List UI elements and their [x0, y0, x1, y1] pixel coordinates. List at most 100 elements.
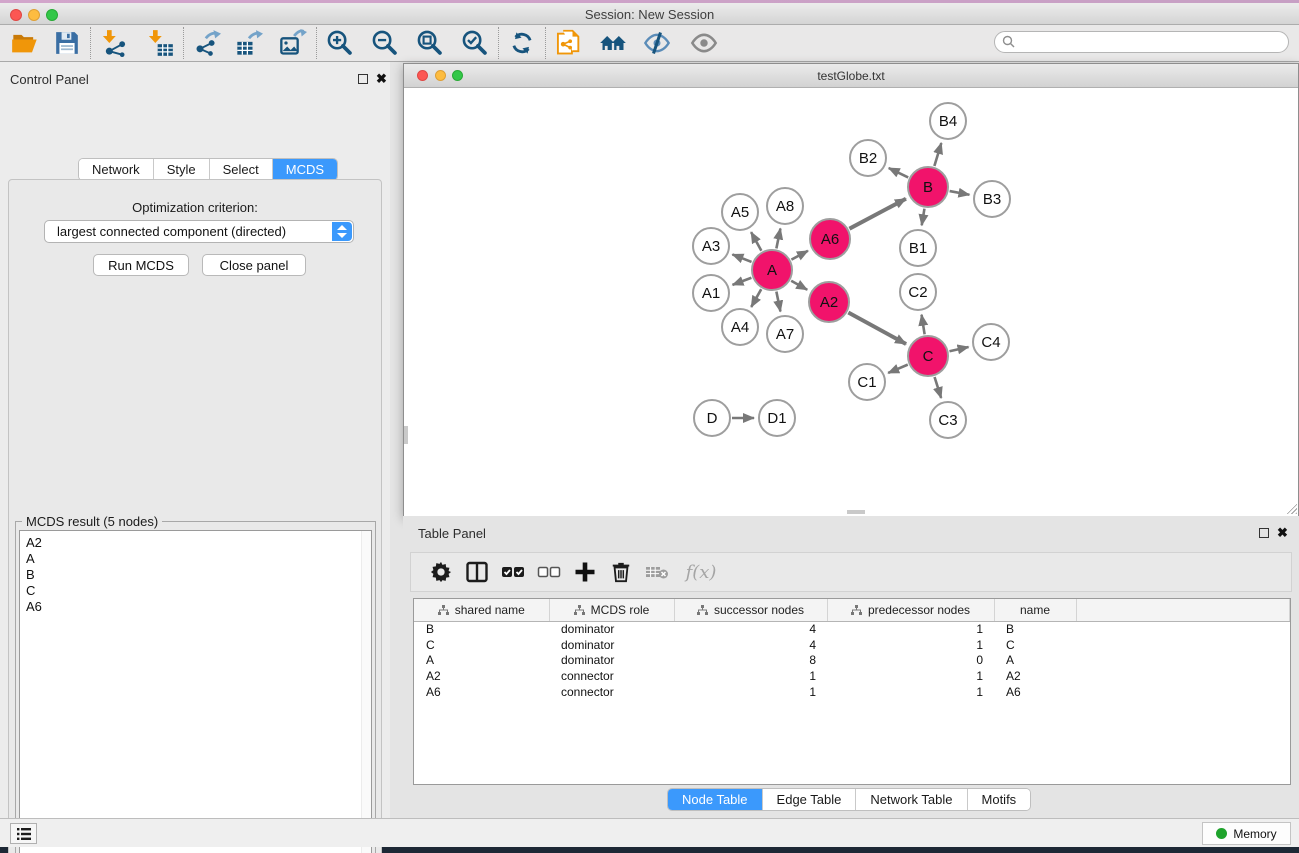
function-builder-button[interactable]: f(x): [675, 556, 727, 588]
table-cell[interactable]: B: [994, 621, 1076, 637]
export-table-button[interactable]: [234, 28, 264, 58]
tab-edge-table[interactable]: Edge Table: [763, 789, 857, 810]
zoom-selected-button[interactable]: [460, 28, 490, 58]
home-button[interactable]: [598, 28, 628, 58]
table-cell[interactable]: dominator: [549, 621, 674, 637]
table-cell[interactable]: C: [414, 637, 549, 653]
mcds-result-item[interactable]: A6: [26, 599, 371, 615]
network-from-clipboard-button[interactable]: [554, 28, 584, 58]
tab-style[interactable]: Style: [154, 159, 210, 180]
table-cell[interactable]: A6: [414, 684, 549, 700]
table-cell[interactable]: 1: [674, 668, 827, 684]
close-panel-icon[interactable]: ✖: [376, 71, 387, 87]
graph-edge-A-A7[interactable]: [776, 292, 780, 312]
table-cell[interactable]: A2: [414, 668, 549, 684]
table-row[interactable]: Cdominator41C: [414, 637, 1290, 653]
table-row[interactable]: A6connector11A6: [414, 684, 1290, 700]
mcds-result-item[interactable]: C: [26, 583, 371, 599]
zoom-fit-button[interactable]: [415, 28, 445, 58]
toggle-column-display-button[interactable]: [459, 556, 495, 588]
table-cell[interactable]: dominator: [549, 652, 674, 668]
optimization-criterion-select[interactable]: largest connected component (directed): [44, 220, 354, 243]
graph-edge-B-B2[interactable]: [889, 168, 908, 177]
open-file-button[interactable]: [10, 28, 40, 58]
column-header-name[interactable]: name: [994, 599, 1076, 621]
column-header-MCDS-role[interactable]: MCDS role: [549, 599, 674, 621]
network-graph[interactable]: B4B2BB3A5A8A6B1A3AC2A1A2A4A7C4CC1C3DD1: [404, 89, 1298, 516]
table-cell[interactable]: connector: [549, 668, 674, 684]
graph-edge-A-A3[interactable]: [732, 254, 751, 262]
node-table[interactable]: shared nameMCDS rolesuccessor nodesprede…: [413, 598, 1291, 785]
graph-edge-C-C1[interactable]: [888, 365, 908, 373]
table-cell[interactable]: 8: [674, 652, 827, 668]
deselect-all-button[interactable]: [531, 556, 567, 588]
task-history-button[interactable]: [10, 823, 37, 844]
zoom-in-button[interactable]: [325, 28, 355, 58]
graph-edge-A-A4[interactable]: [751, 289, 761, 307]
tab-network[interactable]: Network: [79, 159, 154, 180]
graph-edge-A2-C[interactable]: [848, 313, 906, 344]
column-header-predecessor-nodes[interactable]: predecessor nodes: [827, 599, 994, 621]
table-cell[interactable]: dominator: [549, 637, 674, 653]
graph-edge-B-B3[interactable]: [950, 191, 970, 195]
table-cell[interactable]: connector: [549, 684, 674, 700]
result-scrollbar[interactable]: [361, 531, 371, 853]
table-row[interactable]: Bdominator41B: [414, 621, 1290, 637]
export-network-button[interactable]: [192, 28, 222, 58]
zoom-out-button[interactable]: [370, 28, 400, 58]
graph-edge-A-A6[interactable]: [791, 251, 808, 260]
graph-edge-B-B1[interactable]: [922, 209, 925, 226]
export-image-button[interactable]: [278, 28, 308, 58]
tab-network-table[interactable]: Network Table: [856, 789, 967, 810]
tab-select[interactable]: Select: [210, 159, 273, 180]
add-row-button[interactable]: [567, 556, 603, 588]
table-cell[interactable]: B: [414, 621, 549, 637]
float-table-panel-icon[interactable]: [1259, 528, 1269, 538]
apply-layout-button[interactable]: [507, 28, 537, 58]
tab-mcds[interactable]: MCDS: [273, 159, 337, 180]
table-header-row[interactable]: shared nameMCDS rolesuccessor nodesprede…: [414, 599, 1290, 621]
network-canvas[interactable]: B4B2BB3A5A8A6B1A3AC2A1A2A4A7C4CC1C3DD1: [404, 89, 1298, 516]
import-table-button[interactable]: [145, 28, 175, 58]
import-network-button[interactable]: [99, 28, 129, 58]
graph-edge-A-A5[interactable]: [751, 232, 761, 251]
close-table-panel-icon[interactable]: ✖: [1277, 525, 1288, 541]
table-cell[interactable]: 0: [827, 652, 994, 668]
table-cell[interactable]: 1: [827, 637, 994, 653]
table-body[interactable]: Bdominator41BCdominator41CAdominator80AA…: [414, 621, 1290, 699]
network-window-titlebar[interactable]: testGlobe.txt: [404, 64, 1298, 88]
table-row[interactable]: A2connector11A2: [414, 668, 1290, 684]
delete-row-button[interactable]: [603, 556, 639, 588]
graph-edge-C-C3[interactable]: [935, 377, 942, 398]
column-header-successor-nodes[interactable]: successor nodes: [674, 599, 827, 621]
close-panel-button[interactable]: Close panel: [202, 254, 306, 276]
mcds-result-item[interactable]: A2: [26, 535, 371, 551]
tab-node-table[interactable]: Node Table: [668, 789, 763, 810]
column-header-shared-name[interactable]: shared name: [414, 599, 549, 621]
graph-edge-C-C4[interactable]: [949, 347, 968, 351]
table-cell[interactable]: 4: [674, 621, 827, 637]
hide-graphics-details-button[interactable]: [642, 28, 672, 58]
graph-edge-A-A8[interactable]: [776, 229, 780, 249]
memory-button[interactable]: Memory: [1202, 822, 1291, 845]
table-cell[interactable]: C: [994, 637, 1076, 653]
table-cell[interactable]: 1: [827, 621, 994, 637]
table-cell[interactable]: A6: [994, 684, 1076, 700]
select-all-button[interactable]: [495, 556, 531, 588]
mcds-result-item[interactable]: A: [26, 551, 371, 567]
table-cell[interactable]: A: [414, 652, 549, 668]
table-row[interactable]: Adominator80A: [414, 652, 1290, 668]
mcds-result-list[interactable]: A2ABCA6: [19, 530, 372, 853]
delete-table-button[interactable]: [639, 556, 675, 588]
graph-edge-A6-B[interactable]: [849, 199, 905, 229]
table-cell[interactable]: 1: [674, 684, 827, 700]
tab-motifs[interactable]: Motifs: [968, 789, 1031, 810]
save-session-button[interactable]: [52, 28, 82, 58]
run-mcds-button[interactable]: Run MCDS: [93, 254, 189, 276]
graph-edge-A-A2[interactable]: [791, 281, 807, 290]
graph-edge-B-B4[interactable]: [934, 143, 941, 166]
show-graphics-details-button[interactable]: [689, 28, 719, 58]
graph-edge-A-A1[interactable]: [733, 278, 752, 285]
search-field[interactable]: [994, 31, 1289, 53]
table-cell[interactable]: 4: [674, 637, 827, 653]
